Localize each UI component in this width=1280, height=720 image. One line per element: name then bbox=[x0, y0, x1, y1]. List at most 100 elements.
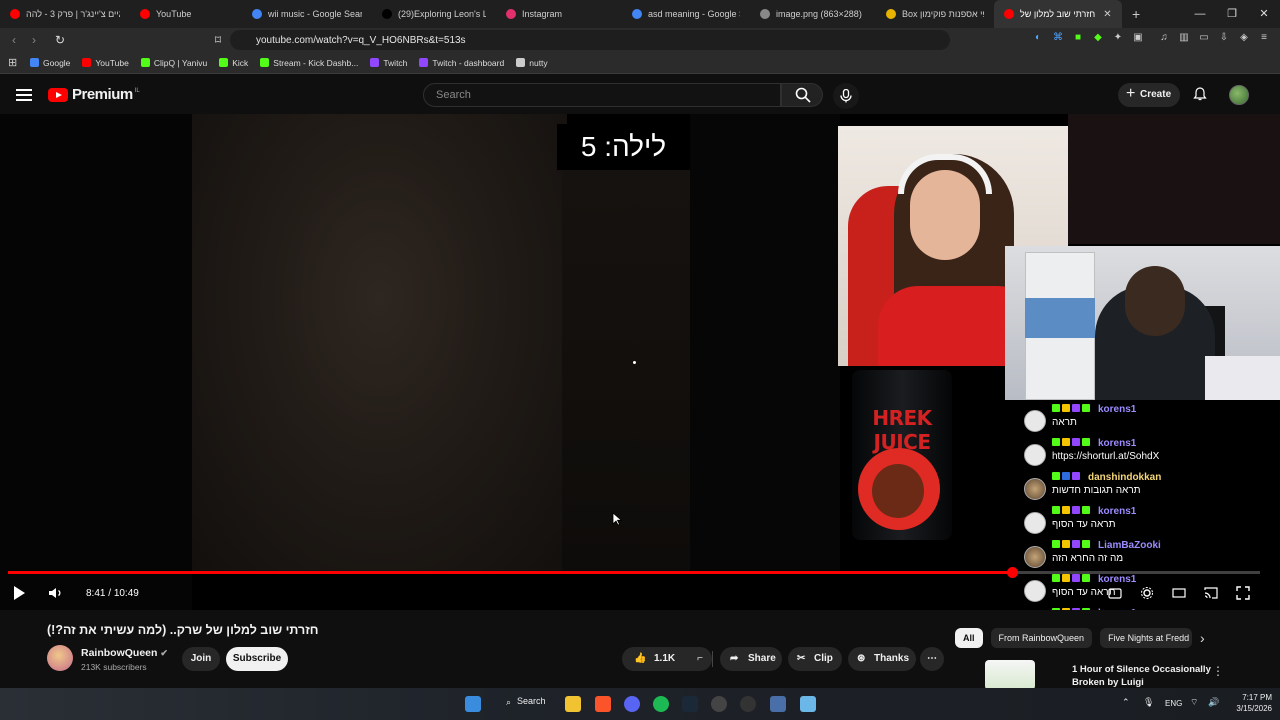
play-icon[interactable] bbox=[14, 586, 25, 600]
share-button[interactable]: ➦ Share bbox=[720, 647, 782, 671]
sidebar-icon[interactable]: ▥ bbox=[1178, 32, 1190, 44]
filter-chip[interactable]: From RainbowQueen bbox=[990, 628, 1093, 648]
speaker-icon[interactable]: 🔊 bbox=[1208, 697, 1219, 708]
recommended-title[interactable]: 1 Hour of Silence Occasionally Broken by… bbox=[1072, 663, 1212, 689]
close-window-icon[interactable]: ✕ bbox=[1248, 0, 1280, 28]
browser-tab[interactable]: Instagram bbox=[496, 0, 622, 28]
vpn-icon[interactable]: ◈ bbox=[1238, 32, 1250, 44]
chips-next-icon[interactable]: › bbox=[1200, 630, 1205, 646]
clip-button[interactable]: ✂ Clip bbox=[788, 647, 842, 671]
extension-icon[interactable]: ▣ bbox=[1132, 32, 1144, 44]
search-button[interactable] bbox=[781, 83, 823, 107]
channel-name[interactable]: RainbowQueen ✔ bbox=[81, 647, 168, 659]
settings-gear-icon[interactable] bbox=[1140, 586, 1154, 600]
menu-icon[interactable]: ≡ bbox=[1258, 32, 1270, 44]
chat-avatar bbox=[1024, 410, 1046, 432]
video-player[interactable]: לילה: 5 HREK JUICE korens1 תראה korens1 htt… bbox=[0, 114, 1280, 610]
music-icon[interactable]: ♫ bbox=[1158, 32, 1170, 44]
badge-icon bbox=[1062, 472, 1070, 480]
fullscreen-icon[interactable] bbox=[1236, 586, 1250, 600]
browser-tab[interactable]: חזרתי שוב למלון של ✕ bbox=[994, 0, 1122, 28]
address-bar[interactable]: youtube.com/watch?v=q_V_HO6NBRs&t=513s bbox=[230, 30, 950, 50]
more-actions-button[interactable]: ⋯ bbox=[920, 647, 944, 671]
badge-icon bbox=[1052, 506, 1060, 514]
badge-icon bbox=[1072, 540, 1080, 548]
bookmark-item[interactable]: Twitch - dashboard bbox=[419, 58, 504, 68]
discord-icon[interactable] bbox=[624, 696, 640, 712]
forward-icon[interactable]: › bbox=[24, 33, 44, 47]
new-tab-button[interactable]: + bbox=[1132, 6, 1140, 22]
extension-icon[interactable]: ■ bbox=[1072, 32, 1084, 44]
voice-search-button[interactable] bbox=[833, 83, 859, 109]
badge-icon bbox=[1062, 438, 1070, 446]
browser-tab[interactable]: asd meaning - Google Sea bbox=[622, 0, 750, 28]
wifi-icon[interactable]: ⌔ bbox=[1190, 697, 1198, 708]
taskbar-search[interactable]: Search bbox=[517, 696, 546, 706]
browser-tab[interactable]: (29)Exploring Leon's Love bbox=[372, 0, 496, 28]
bookmark-item[interactable]: YouTube bbox=[82, 58, 129, 68]
search-input[interactable]: Search bbox=[423, 83, 781, 107]
file-explorer-icon[interactable] bbox=[565, 696, 581, 712]
badge-icon bbox=[1052, 438, 1060, 446]
channel-avatar[interactable] bbox=[47, 645, 73, 671]
browser-tab[interactable]: גיים צ'יינג'ר | פרק 3 - להה bbox=[0, 0, 130, 28]
brave-browser-icon[interactable] bbox=[595, 696, 611, 712]
app-icon[interactable] bbox=[740, 696, 756, 712]
bookmark-item[interactable]: Kick bbox=[219, 58, 248, 68]
theater-mode-icon[interactable] bbox=[1172, 586, 1186, 600]
bookmark-item[interactable]: Stream - Kick Dashb... bbox=[260, 58, 358, 68]
bookmark-star-icon[interactable]: ⌑ bbox=[208, 33, 228, 47]
input-language[interactable]: ENG bbox=[1165, 699, 1182, 708]
create-button[interactable]: Create bbox=[1118, 82, 1180, 107]
browser-tab[interactable]: wii music - Google Search bbox=[242, 0, 372, 28]
clock[interactable]: 7:17 PM 3/15/2026 bbox=[1236, 692, 1272, 714]
steam-icon[interactable] bbox=[682, 696, 698, 712]
bookmark-label: nutty bbox=[529, 57, 548, 68]
recommended-thumbnail[interactable] bbox=[985, 660, 1035, 690]
captions-icon[interactable] bbox=[1108, 586, 1122, 600]
notifications-bell-icon[interactable] bbox=[1193, 87, 1207, 101]
minimize-icon[interactable]: — bbox=[1184, 0, 1216, 28]
filter-chip[interactable]: Five Nights at Fredd bbox=[1100, 628, 1193, 648]
bookmark-favicon-icon bbox=[260, 58, 270, 67]
tray-chevron-icon[interactable]: ⌃ bbox=[1122, 697, 1130, 708]
join-button[interactable]: Join bbox=[182, 647, 220, 671]
guide-menu-icon[interactable] bbox=[16, 86, 32, 101]
extension-icon[interactable]: ⌘ bbox=[1052, 32, 1064, 44]
browser-tab[interactable]: YouTube bbox=[130, 0, 242, 28]
back-icon[interactable]: ‹ bbox=[4, 33, 24, 47]
volume-icon[interactable] bbox=[48, 586, 64, 600]
download-icon[interactable]: ⇩ bbox=[1218, 32, 1230, 44]
bookmark-item[interactable]: ClipQ | Yanivu bbox=[140, 58, 207, 68]
tray-mic-icon[interactable]: 🎙 bbox=[1143, 697, 1154, 708]
app-icon[interactable] bbox=[711, 696, 727, 712]
extension-icon[interactable]: ◆ bbox=[1092, 32, 1104, 44]
wallet-icon[interactable]: ▭ bbox=[1198, 32, 1210, 44]
restore-icon[interactable]: ❐ bbox=[1216, 0, 1248, 28]
browser-tab[interactable]: image.png (863×288) bbox=[750, 0, 876, 28]
app-icon[interactable] bbox=[770, 696, 786, 712]
windows-start-icon[interactable] bbox=[465, 696, 481, 712]
thanks-button[interactable]: ⊛ Thanks bbox=[848, 647, 916, 671]
translate-icon[interactable]: ◐ bbox=[1032, 32, 1044, 44]
dislike-button[interactable]: ⌐ bbox=[688, 647, 712, 671]
notepad-icon[interactable] bbox=[800, 696, 816, 712]
youtube-logo[interactable]: Premium IL bbox=[48, 86, 140, 103]
subscribe-button[interactable]: Subscribe bbox=[226, 647, 288, 671]
browser-tab[interactable]: Box קלפי אספנות פוקימון bbox=[876, 0, 994, 28]
progress-bar[interactable] bbox=[8, 567, 1260, 578]
spotify-icon[interactable] bbox=[653, 696, 669, 712]
recommended-menu-icon[interactable]: ⋮ bbox=[1212, 664, 1224, 678]
account-avatar[interactable] bbox=[1229, 85, 1249, 105]
tab-label: חזרתי שוב למלון של bbox=[1020, 9, 1096, 19]
filter-chip[interactable]: All bbox=[955, 628, 983, 648]
bookmark-label: Kick bbox=[232, 57, 249, 68]
extensions-puzzle-icon[interactable]: ✦ bbox=[1112, 32, 1124, 44]
bookmark-item[interactable]: Twitch bbox=[370, 58, 407, 68]
apps-grid-icon[interactable]: ⊞ bbox=[8, 56, 17, 69]
reload-icon[interactable]: ↻ bbox=[50, 33, 70, 47]
bookmark-item[interactable]: Google bbox=[30, 58, 70, 68]
cast-icon[interactable] bbox=[1204, 586, 1218, 600]
close-tab-icon[interactable]: ✕ bbox=[1103, 9, 1111, 20]
bookmark-item[interactable]: nutty bbox=[516, 57, 548, 68]
